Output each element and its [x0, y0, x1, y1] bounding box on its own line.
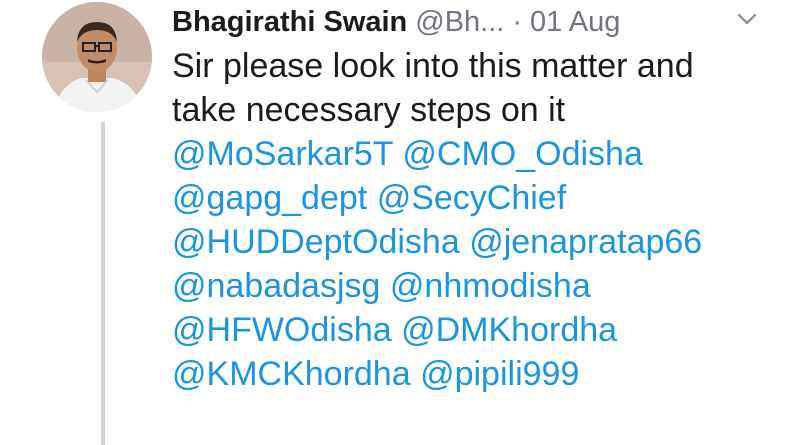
mention-link[interactable]: @jenapratap66 — [469, 223, 702, 261]
tweet-date[interactable]: 01 Aug — [530, 4, 620, 40]
author-handle[interactable]: @Bh... — [415, 4, 504, 40]
thread-line — [101, 122, 105, 445]
mention-link[interactable]: @nhmodisha — [390, 267, 591, 305]
mention-link[interactable]: @HFWOdisha — [172, 311, 392, 349]
mention-link[interactable]: @DMKhordha — [401, 311, 617, 349]
tweet[interactable]: Bhagirathi Swain @Bh... · 01 Aug Sir ple… — [0, 0, 800, 445]
mentions-line: @KMCKhordha @pipili999 — [172, 352, 792, 396]
tweet-content: Bhagirathi Swain @Bh... · 01 Aug Sir ple… — [172, 0, 792, 396]
mentions-line: @gapg_dept @SecyChief — [172, 176, 792, 220]
author-display-name[interactable]: Bhagirathi Swain — [172, 4, 407, 40]
mentions-line: @MoSarkar5T @CMO_Odisha — [172, 132, 792, 176]
tweet-text: Sir please look into this matter and tak… — [172, 44, 792, 132]
mentions-block: @MoSarkar5T @CMO_Odisha @gapg_dept @Secy… — [172, 132, 792, 396]
mentions-line: @HFWOdisha @DMKhordha — [172, 308, 792, 352]
chevron-down-icon[interactable] — [736, 8, 758, 30]
mentions-line: @HUDDeptOdisha @jenapratap66 — [172, 220, 792, 264]
avatar[interactable] — [42, 2, 152, 112]
mention-link[interactable]: @gapg_dept — [172, 179, 367, 217]
avatar-column — [20, 0, 160, 445]
mention-link[interactable]: @SecyChief — [377, 179, 566, 217]
user-avatar-photo — [42, 2, 152, 112]
tweet-text-line: take necessary steps on it — [172, 91, 566, 129]
separator-dot: · — [512, 6, 523, 38]
mention-link[interactable]: @HUDDeptOdisha — [172, 223, 460, 261]
mention-link[interactable]: @KMCKhordha — [172, 355, 411, 393]
mention-link[interactable]: @CMO_Odisha — [402, 135, 642, 173]
mention-link[interactable]: @MoSarkar5T — [172, 135, 393, 173]
tweet-header: Bhagirathi Swain @Bh... · 01 Aug — [172, 0, 792, 44]
tweet-text-line: Sir please look into this matter and — [172, 47, 694, 85]
mention-link[interactable]: @pipili999 — [420, 355, 579, 393]
mention-link[interactable]: @nabadasjsg — [172, 267, 380, 305]
mentions-line: @nabadasjsg @nhmodisha — [172, 264, 792, 308]
